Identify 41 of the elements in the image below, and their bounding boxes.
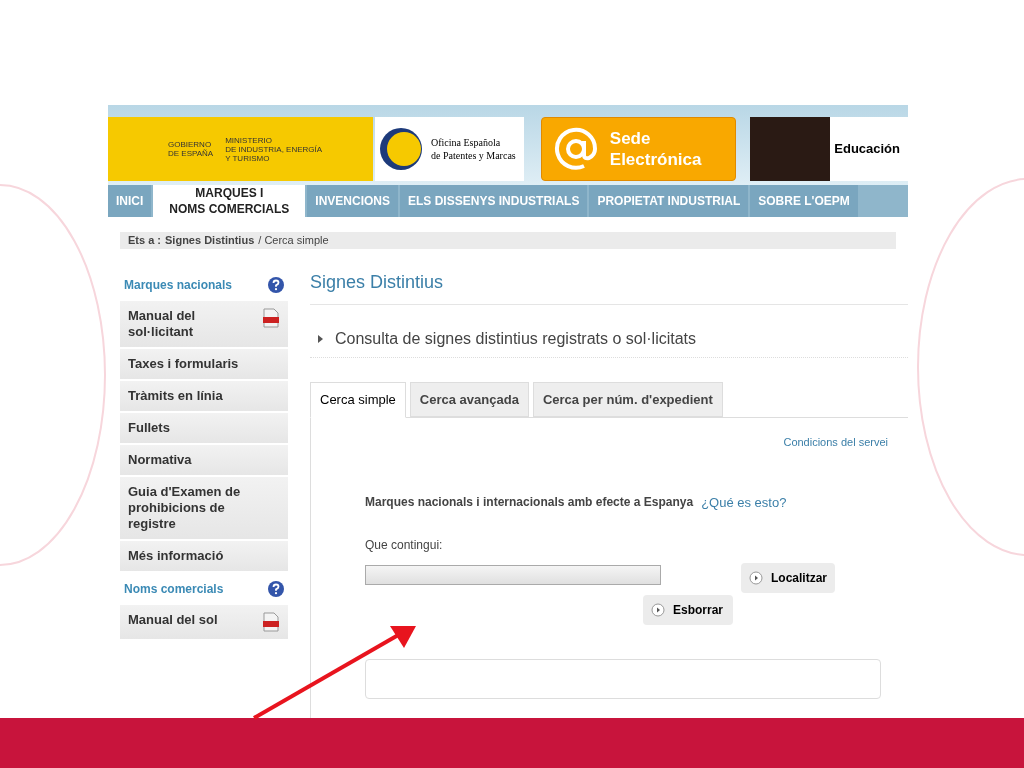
play-circle-icon bbox=[651, 603, 665, 617]
sidebar-heading: Noms comercials bbox=[124, 581, 224, 598]
section-heading: Consulta de signes distintius registrats o sol·licitats bbox=[335, 329, 697, 349]
help-icon[interactable] bbox=[268, 277, 284, 293]
search-tab[interactable]: Cerca simple bbox=[310, 382, 406, 418]
scope-label: Marques nacionals i internacionals amb efecte a Espanya bbox=[365, 494, 694, 512]
search-input-field[interactable] bbox=[365, 565, 661, 585]
e-office-label: Sede Electrónica bbox=[609, 128, 702, 170]
search-tab[interactable]: Cerca per núm. d'expedient bbox=[532, 382, 723, 417]
play-circle-icon bbox=[749, 571, 763, 585]
clear-button[interactable]: Esborrar bbox=[643, 595, 733, 625]
field-label: Que contingui: bbox=[365, 537, 444, 554]
breadcrumb-link[interactable]: / Cerca simple bbox=[258, 232, 329, 249]
sidebar-item[interactable]: Taxes i formularis bbox=[120, 349, 288, 379]
sidebar-item[interactable]: Manual del sol·licitant bbox=[120, 301, 288, 347]
search-tab[interactable]: Cerca avançada bbox=[409, 382, 529, 417]
education-banner[interactable]: Educación bbox=[750, 117, 908, 181]
sidebar-item[interactable]: Guia d'Examen de prohibicions de registre bbox=[120, 477, 288, 539]
triangle-bullet-icon bbox=[318, 335, 323, 343]
education-label: Educación bbox=[833, 140, 901, 159]
pdf-icon bbox=[262, 612, 280, 632]
at-sign-icon bbox=[553, 127, 598, 171]
breadcrumb-prefix: Ets a : bbox=[128, 233, 161, 249]
ministry-label: MINISTERIO DE INDUSTRIA, ENERGÍA Y TURISMO bbox=[225, 135, 323, 163]
sidebar-item[interactable]: Normativa bbox=[120, 445, 288, 475]
sun-circle-icon bbox=[379, 127, 423, 171]
sidebar-item[interactable]: Fullets bbox=[120, 413, 288, 443]
terms-link[interactable]: Condicions del servei bbox=[783, 434, 888, 451]
pdf-icon bbox=[262, 308, 280, 328]
nav-tab[interactable]: MARQUES I NOMS COMERCIALS bbox=[153, 184, 306, 217]
office-label: Oficina Española de Patentes y Marcas bbox=[431, 136, 516, 162]
sidebar-item[interactable]: Tràmits en línia bbox=[120, 381, 288, 411]
help-icon[interactable] bbox=[268, 581, 284, 597]
search-button[interactable]: Localitzar bbox=[741, 563, 835, 593]
sidebar-heading: Marques nacionals bbox=[124, 277, 233, 294]
sidebar-item[interactable]: Més informació bbox=[120, 541, 288, 571]
help-link[interactable]: ¿Qué es esto? bbox=[701, 492, 787, 512]
page-title: Signes Distintius bbox=[310, 269, 908, 305]
breadcrumb-link[interactable]: Signes Distintius bbox=[165, 232, 255, 249]
government-label: GOBIERNO DE ESPAÑA bbox=[168, 140, 214, 158]
sidebar-item[interactable]: Manual del sol bbox=[120, 605, 288, 639]
